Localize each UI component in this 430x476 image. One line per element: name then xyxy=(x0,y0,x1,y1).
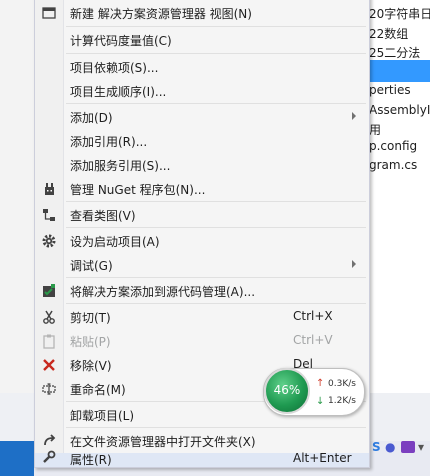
class-diagram-icon xyxy=(43,209,55,221)
tree-item[interactable]: 用 xyxy=(369,121,381,138)
wrench-icon xyxy=(43,450,56,463)
menu-item-label: 新建 解决方案资源管理器 视图(N) xyxy=(70,7,252,21)
open-folder-icon xyxy=(44,434,56,446)
input-method-icon[interactable]: S xyxy=(372,440,381,454)
menu-item-label: 项目依赖项(S)... xyxy=(70,61,159,75)
remove-icon xyxy=(43,359,55,371)
menu-separator xyxy=(66,277,366,278)
menu-item-add[interactable]: 添加(D) xyxy=(35,105,369,129)
new-view-icon xyxy=(42,7,56,19)
menu-item-label: 在文件资源管理器中打开文件夹(X) xyxy=(70,435,256,449)
network-speed-widget[interactable]: 46% ↑ 0.3K/s ↓ 1.2K/s xyxy=(263,368,365,416)
menu-item-label: 添加引用(R)... xyxy=(70,135,148,149)
menu-item-label: 管理 NuGet 程序包(N)... xyxy=(70,183,206,197)
menu-separator xyxy=(66,201,366,202)
memory-usage-percent: 46% xyxy=(273,383,301,397)
tree-item[interactable]: AssemblyIn xyxy=(369,103,430,117)
menu-separator xyxy=(66,303,366,304)
tree-item[interactable]: 25二分法 xyxy=(369,44,420,61)
upload-speed: 0.3K/s xyxy=(328,379,356,389)
voice-icon[interactable]: ● xyxy=(385,440,395,454)
source-control-icon xyxy=(43,284,55,297)
menu-item-add-reference[interactable]: 添加引用(R)... xyxy=(35,129,369,153)
tree-item[interactable]: perties xyxy=(369,83,411,97)
tree-item[interactable]: gram.cs xyxy=(369,158,417,172)
menu-item-label: 添加服务引用(S)... xyxy=(70,159,171,173)
menu-item-label: 项目生成顺序(I)... xyxy=(70,85,167,99)
menu-item-view-class-diagram[interactable]: 查看类图(V) xyxy=(35,203,369,227)
menu-item-label: 将解决方案添加到源代码管理(A)... xyxy=(70,285,256,299)
upload-arrow-icon: ↑ xyxy=(316,378,325,389)
menu-item-calc-metrics[interactable]: 计算代码度量值(C) xyxy=(35,28,369,52)
menu-item-label: 粘贴(P) xyxy=(70,335,111,349)
menu-item-label: 计算代码度量值(C) xyxy=(70,34,172,48)
menu-item-add-source-control[interactable]: 将解决方案添加到源代码管理(A)... xyxy=(35,279,369,303)
menu-item-open-in-explorer[interactable]: 在文件资源管理器中打开文件夹(X) xyxy=(35,429,369,453)
menu-item-shortcut: Ctrl+V xyxy=(293,333,333,347)
menu-item-manage-nuget[interactable]: 管理 NuGet 程序包(N)... xyxy=(35,177,369,201)
menu-item-label: 调试(G) xyxy=(70,259,113,273)
menu-item-add-service-reference[interactable]: 添加服务引用(S)... xyxy=(35,153,369,177)
menu-item-new-view[interactable]: 新建 解决方案资源管理器 视图(N) xyxy=(35,1,369,25)
tree-item[interactable]: 22数组 xyxy=(369,25,408,42)
download-speed: 1.2K/s xyxy=(328,396,356,406)
tree-selection xyxy=(369,60,430,82)
menu-separator xyxy=(66,427,366,428)
nuget-icon xyxy=(45,183,54,195)
menu-item-debug[interactable]: 调试(G) xyxy=(35,253,369,277)
menu-item-set-startup[interactable]: 设为启动项目(A) xyxy=(35,229,369,253)
menu-item-build-order[interactable]: 项目生成顺序(I)... xyxy=(35,79,369,103)
menu-item-label: 卸载项目(L) xyxy=(70,409,135,423)
tree-item[interactable]: 20字符串日 xyxy=(369,5,430,22)
menu-item-dependencies[interactable]: 项目依赖项(S)... xyxy=(35,55,369,79)
menu-item-label: 移除(V) xyxy=(70,359,112,373)
menu-item-shortcut: Ctrl+X xyxy=(293,309,333,323)
tree-item[interactable]: p.config xyxy=(369,139,417,153)
paste-icon xyxy=(43,334,55,349)
menu-item-properties[interactable]: 属性(R) Alt+Enter xyxy=(35,450,369,467)
menu-item-cut[interactable]: 剪切(T) Ctrl+X xyxy=(35,305,369,329)
menu-item-label: 重命名(M) xyxy=(70,383,126,397)
rename-icon xyxy=(42,383,56,395)
taskbar-start-area xyxy=(0,441,34,476)
menu-separator xyxy=(66,53,366,54)
download-arrow-icon: ↓ xyxy=(316,396,325,407)
menu-item-label: 属性(R) xyxy=(70,453,112,467)
submenu-arrow-icon xyxy=(352,112,356,120)
menu-separator xyxy=(66,227,366,228)
menu-separator xyxy=(66,26,366,27)
gear-icon xyxy=(42,234,56,248)
keyboard-icon[interactable] xyxy=(401,441,415,453)
menu-separator xyxy=(66,103,366,104)
menu-item-label: 设为启动项目(A) xyxy=(70,235,160,249)
scissors-icon xyxy=(43,310,55,324)
tray-more-icon[interactable]: ▾ xyxy=(418,440,424,454)
menu-item-label: 剪切(T) xyxy=(70,311,111,325)
menu-item-paste[interactable]: 粘贴(P) Ctrl+V xyxy=(35,329,369,353)
menu-item-label: 查看类图(V) xyxy=(70,209,136,223)
menu-item-label: 添加(D) xyxy=(70,111,113,125)
menu-item-shortcut: Alt+Enter xyxy=(293,451,352,465)
submenu-arrow-icon xyxy=(352,260,356,268)
